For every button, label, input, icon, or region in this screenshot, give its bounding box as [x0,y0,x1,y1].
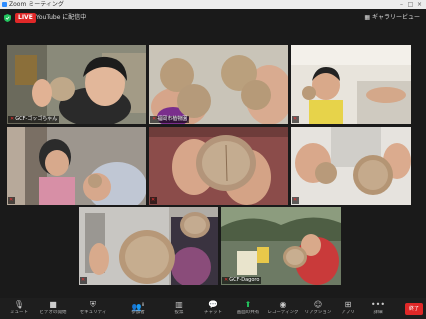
participant-tile-8[interactable]: ✕GCF-Dagoro [221,207,341,285]
streaming-status[interactable]: YouTube に配信中 [36,13,86,23]
participants-button[interactable]: 👥8 参加者 [121,300,155,318]
video-feed [149,127,288,205]
participants-icon: 👥8 [131,302,145,312]
video-feed [79,207,218,285]
mic-icon: 🎙 [13,300,25,309]
participant-name: ✕ [292,116,300,123]
participant-name: ✕ [292,197,300,204]
start-video-button[interactable]: ■ ビデオの開始 [36,300,70,318]
record-button[interactable]: ◉ レコーディング [266,300,300,318]
participant-name: ✕ [150,197,158,204]
window-title-bar: Zoom ミーティング – □ × [0,0,426,9]
muted-mic-icon: ✕ [151,197,156,203]
participant-tile-7[interactable]: ✕ [79,207,218,285]
share-screen-icon: ⬆ [244,300,252,309]
muted-mic-icon: ✕ [293,116,298,122]
poll-button[interactable]: ▥ 投票 [162,300,196,318]
participant-name: ✕GCF-ゴッゴちゃん [8,116,60,123]
zoom-logo-icon [2,2,7,7]
camera-icon: ■ [49,300,57,309]
window-title: Zoom ミーティング [9,1,64,8]
view-label: ギャラリービュー [371,14,420,21]
muted-mic-icon: ✕ [81,277,86,283]
muted-mic-icon: ✕ [10,116,15,122]
meeting-toolbar: 🎙 ミュート ■ ビデオの開始 ⛨ セキュリティ 👥8 参加者 ▥ 投票 💬 チ… [0,298,426,319]
video-feed [291,127,411,205]
participant-name: ✕ [8,197,16,204]
close-icon[interactable]: × [415,0,424,9]
muted-mic-icon: ✕ [9,197,14,203]
apps-button[interactable]: ⊞ アプリ [331,300,365,318]
end-meeting-button[interactable]: 終了 [405,303,423,315]
video-feed [149,45,288,124]
chat-icon: 💬 [208,300,218,309]
security-button[interactable]: ⛨ セキュリティ [76,300,110,318]
reactions-button[interactable]: ☺ リアクション [301,300,335,318]
more-button[interactable]: ••• 詳細 [361,300,395,318]
chat-button[interactable]: 💬 チャット [196,300,230,318]
participant-count: 8 [141,302,145,307]
apps-icon: ⊞ [344,300,352,309]
encryption-shield-icon[interactable] [4,14,11,22]
participant-tile-4[interactable]: ✕ [7,127,146,205]
view-toggle-button[interactable]: ▦ ギャラリービュー [364,13,420,23]
muted-mic-icon: ✕ [293,197,298,203]
reaction-icon: ☺ [313,300,323,309]
participant-tile-2[interactable]: ✕福岡市植物園 [149,45,288,124]
video-feed [7,127,146,205]
video-feed [7,45,146,124]
participant-tile-3[interactable]: ✕ [291,45,411,124]
muted-mic-icon: ✕ [224,277,229,283]
shield-icon: ⛨ [90,300,96,309]
meeting-top-bar: LIVE YouTube に配信中 ▦ ギャラリービュー [0,9,426,27]
maximize-icon[interactable]: □ [406,0,415,9]
participant-name: ✕ [80,277,88,284]
participant-name: ✕GCF-Dagoro [222,277,262,284]
participant-tile-6[interactable]: ✕ [291,127,411,205]
minimize-icon[interactable]: – [397,0,406,9]
gallery-grid-icon: ▦ [364,14,372,21]
participant-name: ✕福岡市植物園 [150,116,190,123]
mute-button[interactable]: 🎙 ミュート [2,300,36,318]
participant-tile-1[interactable]: ✕GCF-ゴッゴちゃん [7,45,146,124]
poll-icon: ▥ [175,300,183,309]
muted-mic-icon: ✕ [152,116,157,122]
participant-tile-5[interactable]: ✕ [149,127,288,205]
video-feed [291,45,411,124]
record-icon: ◉ [279,300,287,309]
more-icon: ••• [370,300,386,309]
video-feed [221,207,341,285]
share-screen-button[interactable]: ⬆ 画面の共有 [231,300,265,318]
live-badge[interactable]: LIVE [15,13,36,23]
